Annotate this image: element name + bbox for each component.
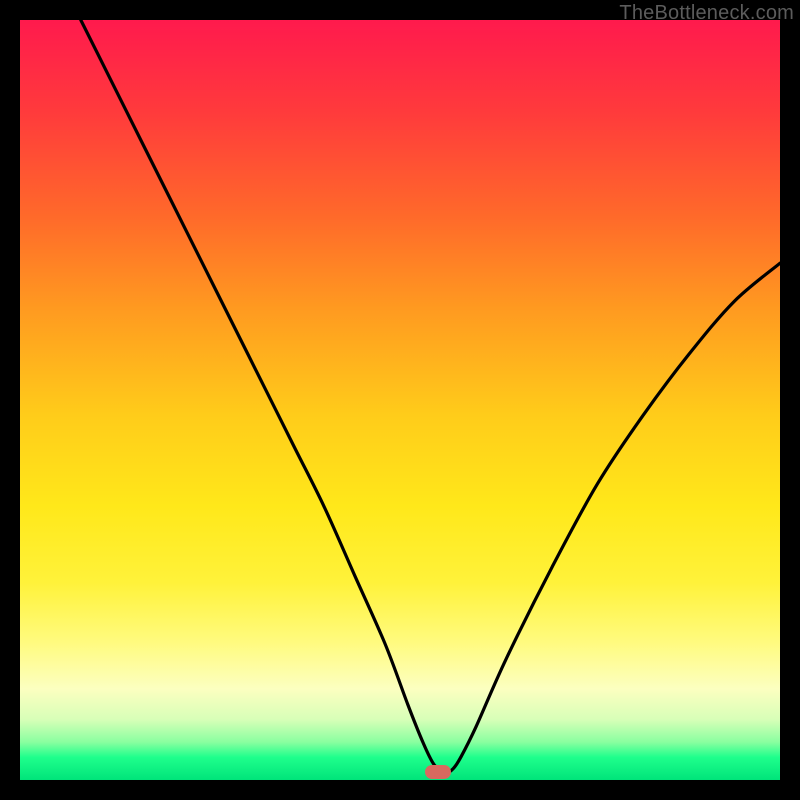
chart-container: TheBottleneck.com: [0, 0, 800, 800]
bottleneck-curve: [81, 20, 780, 773]
curve-svg: [20, 20, 780, 780]
optimum-marker: [425, 765, 451, 779]
plot-area: [20, 20, 780, 780]
